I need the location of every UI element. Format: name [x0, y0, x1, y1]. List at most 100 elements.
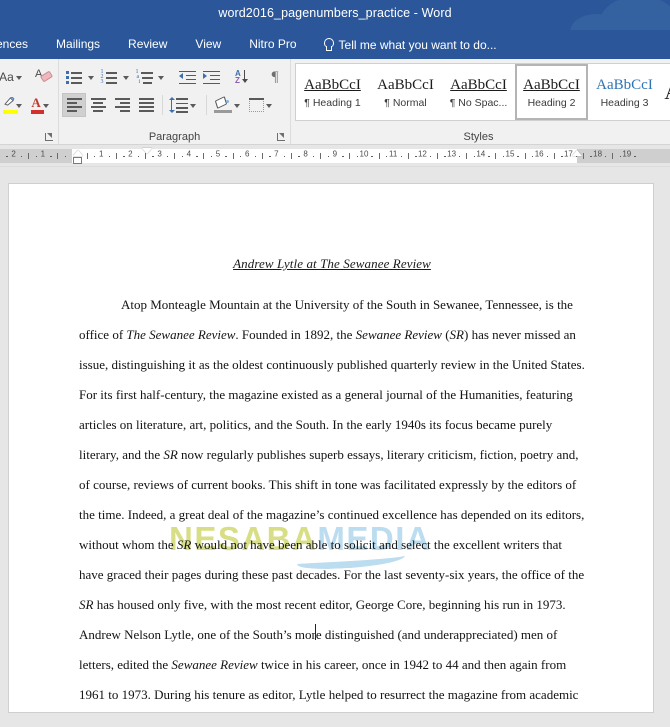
document-paragraph[interactable]: Atop Monteagle Mountain at the Universit… [79, 290, 585, 710]
italic-run: SR [176, 537, 192, 552]
borders-button[interactable] [246, 93, 278, 117]
ruler-half-tick [378, 153, 380, 159]
tab-nitro-pro[interactable]: Nitro Pro [235, 30, 310, 59]
divider [162, 95, 163, 115]
ruler-half-tick [174, 153, 176, 159]
bullets-button[interactable] [62, 65, 86, 89]
ruler-minor-tick [181, 155, 183, 157]
multilevel-list-button[interactable]: 1 a i [132, 65, 156, 89]
paragraph-dialog-launcher[interactable] [277, 133, 286, 142]
align-center-button[interactable] [86, 93, 110, 117]
ruler-tick-label: 2 [11, 149, 16, 159]
style-item-heading-1[interactable]: AaBbCcI ¶ Heading 1 [296, 64, 369, 120]
ruler-half-tick [437, 153, 438, 159]
ruler-minor-tick [35, 155, 37, 157]
chevron-down-icon[interactable] [190, 104, 196, 108]
ruler-minor-tick [458, 155, 461, 157]
ruler-tick-label: 7 [274, 149, 279, 159]
styles-gallery[interactable]: AaBbCcI ¶ Heading 1 AaBbCcI ¶ Normal AaB… [295, 63, 670, 121]
change-case-button[interactable]: Aa [0, 65, 24, 89]
borders-icon [249, 98, 264, 112]
ruler-minor-tick [619, 155, 621, 157]
numbering-button[interactable]: 1 2 3 [97, 65, 121, 89]
decrease-indent-icon [178, 70, 196, 85]
ruler-half-tick [349, 153, 351, 159]
style-label: Heading 3 [600, 97, 649, 109]
chevron-down-icon[interactable] [43, 104, 49, 108]
numbered-list-icon: 1 2 3 [101, 69, 118, 85]
font-dialog-launcher[interactable] [45, 133, 54, 142]
style-item-title[interactable]: A [661, 64, 670, 120]
shading-button[interactable] [211, 93, 246, 117]
chevron-down-icon[interactable] [158, 76, 164, 80]
document-area[interactable]: NESABAMEDIA Andrew Lytle at The Sewanee … [0, 167, 670, 727]
line-spacing-button[interactable] [167, 93, 202, 117]
style-label: ¶ Heading 1 [304, 97, 361, 109]
style-item-no-spacing[interactable]: AaBbCcI ¶ No Spac... [442, 64, 515, 120]
hanging-indent-marker[interactable] [73, 150, 83, 156]
window-title: word2016_pagenumbers_practice - Word [218, 6, 452, 20]
shading-bucket-icon [214, 95, 232, 113]
ruler-minor-tick [502, 155, 505, 157]
right-indent-marker[interactable] [572, 150, 582, 156]
show-formatting-marks-button[interactable]: ¶ [263, 65, 287, 89]
increase-indent-icon [202, 70, 220, 85]
ribbon-group-font: Aa A A [0, 59, 58, 144]
divider [206, 95, 207, 115]
text-run: ) has never missed an issue, distinguish… [79, 327, 585, 462]
tab-review[interactable]: Review [114, 30, 181, 59]
chevron-down-icon[interactable] [234, 104, 240, 108]
increase-indent-button[interactable] [199, 65, 223, 89]
ruler-half-tick [261, 153, 263, 159]
style-label: ¶ Normal [384, 97, 427, 109]
ruler-tick-label: 9 [332, 149, 338, 159]
sort-button[interactable]: AZ [231, 65, 255, 89]
align-left-button[interactable] [62, 93, 86, 117]
clear-formatting-icon: A [35, 68, 54, 85]
ruler-half-tick [524, 153, 526, 159]
ruler-tick-label: 1 [40, 149, 46, 159]
font-color-button[interactable]: A [28, 93, 55, 117]
ruler-minor-tick [590, 155, 592, 157]
ruler-minor-tick [64, 155, 67, 157]
decrease-indent-button[interactable] [175, 65, 199, 89]
style-item-heading-3[interactable]: AaBbCcI Heading 3 [588, 64, 661, 120]
text-cursor [315, 624, 316, 640]
ruler-tick-label: 6 [244, 149, 250, 159]
chevron-down-icon[interactable] [88, 76, 94, 80]
style-preview: AaBbCcI [596, 77, 653, 93]
chevron-down-icon[interactable] [266, 104, 272, 108]
ruler-half-tick [232, 153, 234, 159]
tab-mailings[interactable]: Mailings [42, 30, 114, 59]
first-line-indent-marker[interactable] [142, 148, 152, 154]
align-right-icon [114, 97, 130, 113]
ruler-minor-tick [634, 155, 636, 157]
font-color-A-icon: A [31, 95, 45, 114]
style-item-heading-2[interactable]: AaBbCcI Heading 2 [515, 64, 588, 120]
horizontal-ruler[interactable]: 2 1 1 2 3 4 5 6 7 8 9 10 11 12 13 14 15 16 17 18 19 [0, 145, 670, 167]
left-indent-marker[interactable] [73, 157, 82, 164]
chevron-down-icon[interactable] [15, 76, 22, 80]
align-right-button[interactable] [110, 93, 134, 117]
ruler-tick-label: 15 [505, 149, 515, 159]
chevron-down-icon[interactable] [123, 76, 129, 80]
ribbon-tab-bar: ences Mailings Review View Nitro Pro Tel… [0, 30, 670, 59]
ruler-minor-tick [20, 155, 23, 157]
justify-button[interactable] [134, 93, 158, 117]
tab-references[interactable]: ences [0, 30, 42, 59]
document-body[interactable]: Andrew Lytle at The Sewanee Review Atop … [79, 256, 585, 710]
text-highlight-color-button[interactable] [0, 93, 28, 117]
style-preview: AaBbCcI [304, 77, 361, 93]
document-page[interactable]: NESABAMEDIA Andrew Lytle at The Sewanee … [8, 183, 654, 713]
style-item-normal[interactable]: AaBbCcI ¶ Normal [369, 64, 442, 120]
ruler-minor-tick [429, 155, 432, 157]
ruler-minor-tick [561, 155, 563, 157]
tell-me-search[interactable]: Tell me what you want to do... [311, 38, 497, 52]
clear-formatting-button[interactable]: A [32, 65, 56, 89]
chevron-down-icon[interactable] [16, 104, 23, 108]
tab-view[interactable]: View [181, 30, 235, 59]
ruler-half-tick [86, 153, 88, 159]
ruler-minor-tick [342, 155, 344, 157]
pilcrow-icon: ¶ [271, 68, 279, 85]
ruler-tick-label: 12 [417, 149, 427, 159]
